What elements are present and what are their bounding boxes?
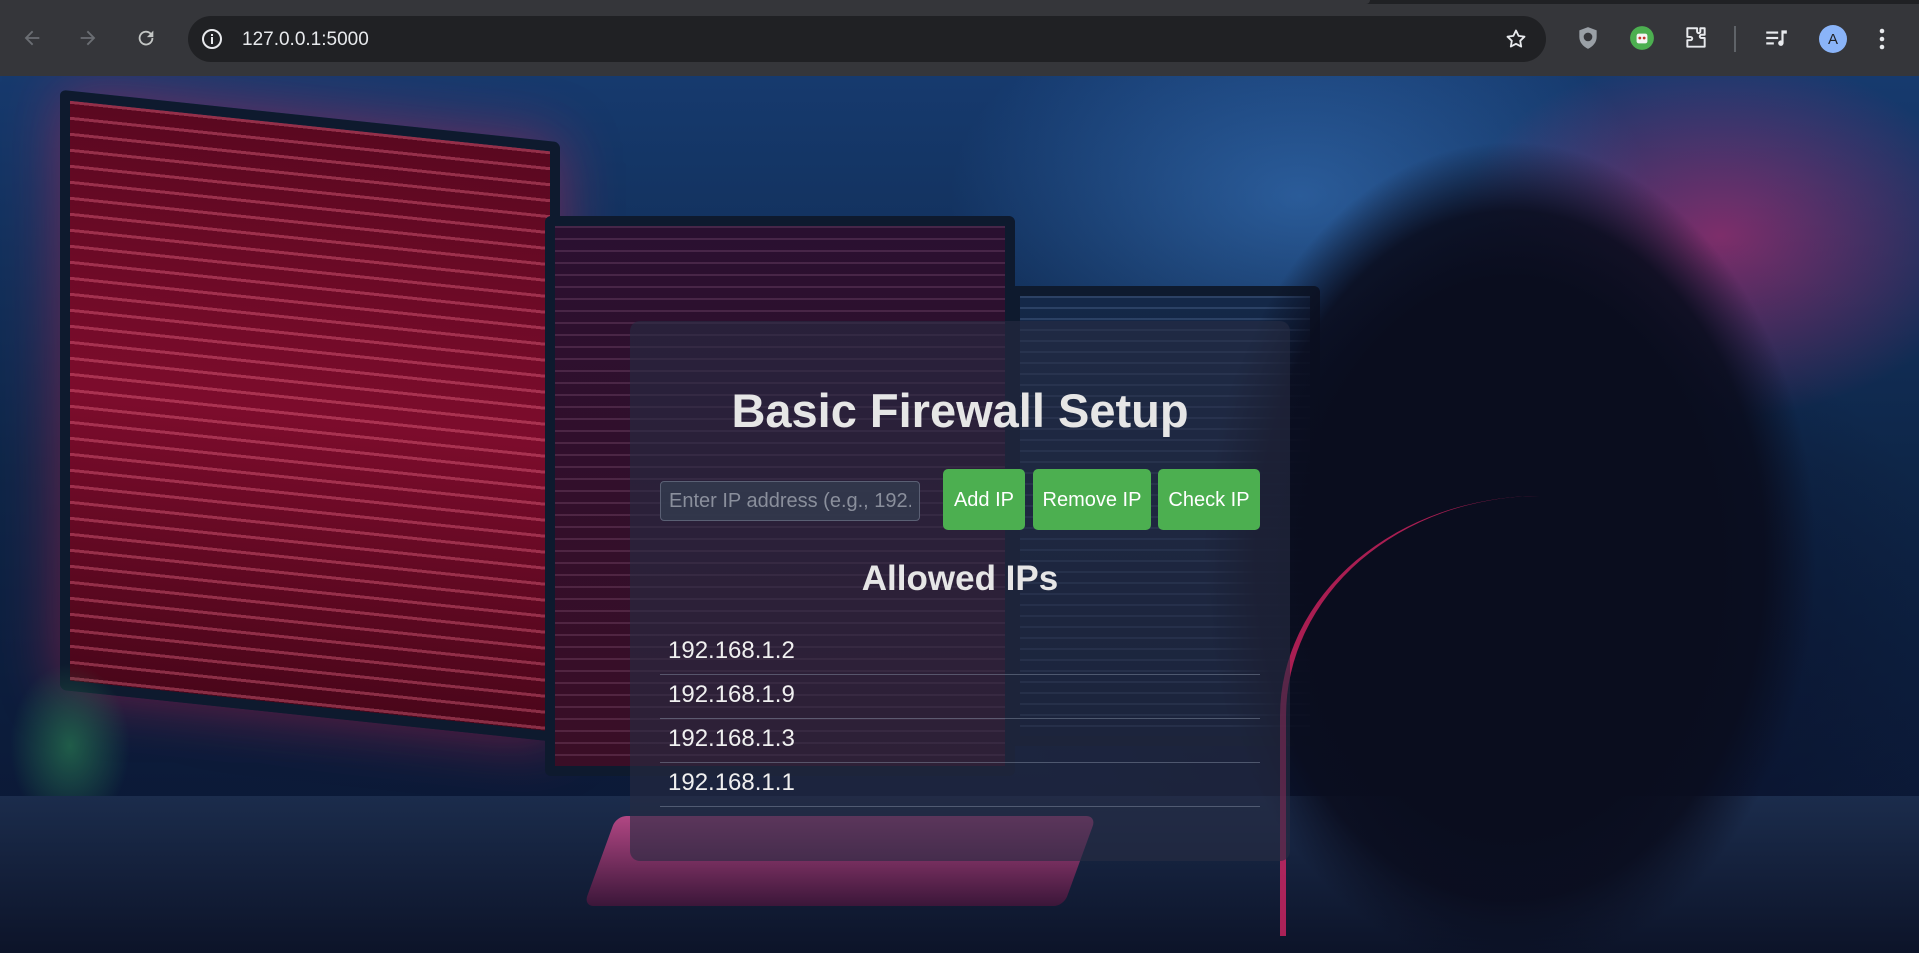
kebab-menu-icon[interactable] <box>1874 25 1890 53</box>
page-title: Basic Firewall Setup <box>731 384 1189 437</box>
check-ip-button[interactable]: Check IP <box>1158 469 1260 530</box>
add-ip-button[interactable]: Add IP <box>943 469 1025 530</box>
forward-button[interactable] <box>70 20 106 56</box>
address-bar[interactable]: 127.0.0.1:5000 <box>188 16 1546 62</box>
list-item: 192.168.1.9 <box>660 675 1260 719</box>
site-info-icon[interactable] <box>200 27 224 51</box>
page-viewport: Basic Firewall Setup Add IP Remove IP Ch… <box>0 76 1919 953</box>
ip-address-input[interactable] <box>660 481 920 521</box>
allowed-ip-list: 192.168.1.2 192.168.1.9 192.168.1.3 192.… <box>660 631 1260 807</box>
list-item: 192.168.1.2 <box>660 631 1260 675</box>
list-item: 192.168.1.3 <box>660 719 1260 763</box>
puzzle-extensions-icon <box>1686 27 1706 48</box>
robot-extension-button[interactable] <box>1628 24 1656 52</box>
shield-extension-icon <box>1579 27 1597 49</box>
firewall-panel: Basic Firewall Setup Add IP Remove IP Ch… <box>630 321 1290 861</box>
back-icon <box>24 30 40 46</box>
url-text[interactable]: 127.0.0.1:5000 <box>242 29 369 51</box>
extensions-button[interactable] <box>1682 24 1710 52</box>
bookmark-star-icon[interactable] <box>1504 27 1528 51</box>
toolbar-divider <box>1734 26 1736 52</box>
reload-icon <box>138 30 154 46</box>
reload-button[interactable] <box>128 20 164 56</box>
active-tab-edge[interactable] <box>0 0 1370 4</box>
back-button[interactable] <box>14 20 50 56</box>
allowed-ips-heading: Allowed IPs <box>861 559 1059 598</box>
tab-strip <box>0 0 1919 4</box>
forward-icon <box>80 30 96 46</box>
browser-toolbar: 127.0.0.1:5000 A <box>0 0 1919 76</box>
robot-extension-icon <box>1630 26 1654 50</box>
remove-ip-button[interactable]: Remove IP <box>1033 469 1151 530</box>
profile-avatar[interactable]: A <box>1819 25 1847 53</box>
media-controls-icon <box>1766 30 1787 46</box>
list-item: 192.168.1.1 <box>660 763 1260 807</box>
media-controls-button[interactable] <box>1762 24 1790 52</box>
background-figure-rimlight <box>1280 496 1800 936</box>
shield-extension-button[interactable] <box>1574 24 1602 52</box>
